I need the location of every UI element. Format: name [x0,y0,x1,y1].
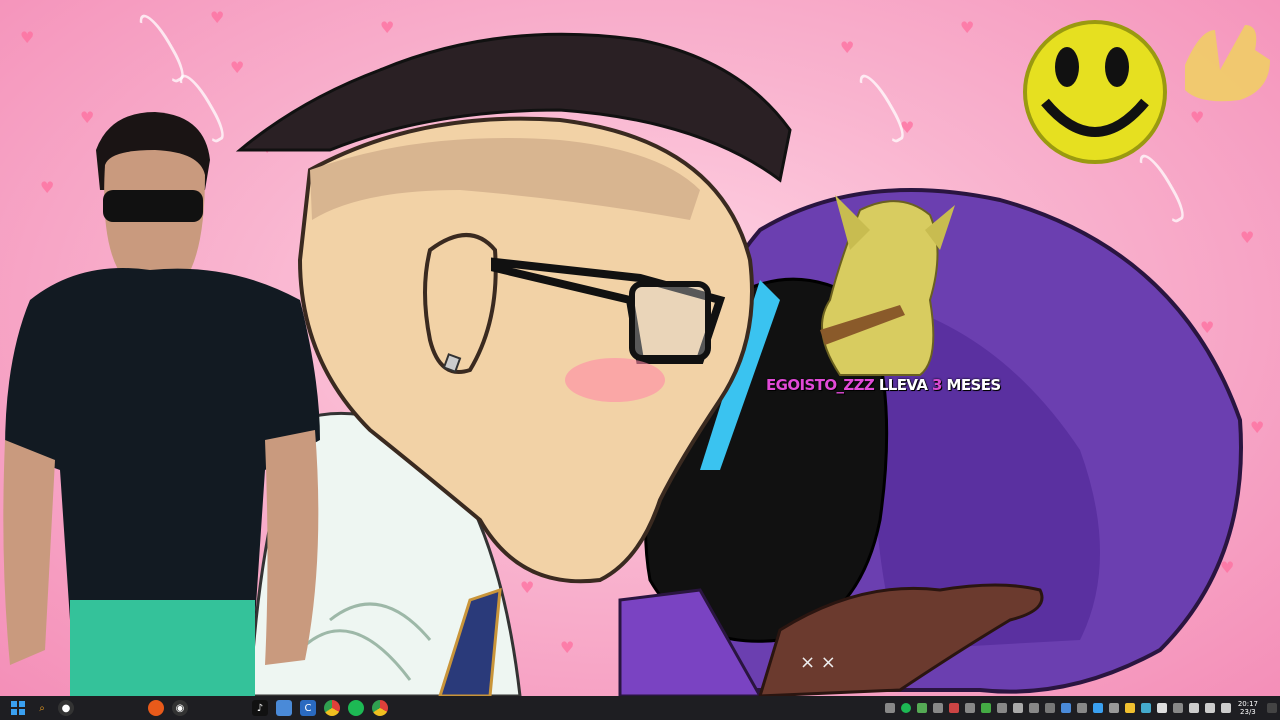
app-icon[interactable] [964,703,975,713]
notification-icon[interactable] [1267,703,1277,713]
network-icon[interactable] [1188,703,1199,713]
alert-username: EGOISTO_ZZZ [766,376,875,394]
volume-icon[interactable] [1204,703,1215,713]
app-icon[interactable] [932,703,943,713]
tiktok-icon[interactable]: ♪ [252,700,268,716]
alert-months: 3 [932,376,942,394]
obs-icon[interactable]: ◉ [172,700,188,716]
pixel-smiley [1023,20,1167,164]
app-icon[interactable] [916,703,927,713]
golden-hand [1185,25,1270,102]
webcam-streamer [3,112,320,696]
battery-icon[interactable] [1220,703,1231,713]
streamer-right-arm [265,430,319,665]
search-icon[interactable]: ⌕ [34,700,50,716]
app-icon[interactable] [980,703,991,713]
blush [565,358,665,402]
mic-icon[interactable] [884,703,895,713]
sunglasses [103,190,203,222]
alert-text-end: MESES [946,376,1002,394]
chrome-icon[interactable] [324,700,340,716]
windows-start-icon[interactable] [10,700,26,716]
photos-icon[interactable] [276,700,292,716]
app-icon[interactable] [1012,703,1023,713]
app-icon[interactable] [1140,703,1151,713]
svg-text:× ×: × × [800,652,836,673]
copilot-icon[interactable]: ● [58,700,74,716]
subscription-alert-text: EGOISTO_ZZZ LLEVA 3 MESES [766,376,1006,398]
streamer-left-arm [3,440,56,665]
stream-scene: ♥ ♥ ♥ ♥ ♥ ♥ ♥ ♥ ♥ ♥ ♥ ♥ ♥ ♥ ♥ ♥ ♥ ♥ ♥ ♥ … [0,0,1280,696]
chrome-icon[interactable] [372,700,388,716]
app-icon[interactable] [1108,703,1119,713]
app-icon[interactable] [1172,703,1183,713]
clock-date: 23/3 [1240,708,1256,716]
taskbar: ⌕ ● ◉ ♪ C 20:17 23/3 [0,696,1280,720]
app-icon[interactable] [1076,703,1087,713]
app-icon[interactable] [1028,703,1039,713]
app-icon[interactable] [1044,703,1055,713]
app-icon[interactable] [1156,703,1167,713]
alert-text-mid: LLEVA [878,376,928,394]
app-icon[interactable] [996,703,1007,713]
app-icon[interactable] [1060,703,1071,713]
folder-icon[interactable] [1124,703,1135,713]
taskbar-clock[interactable]: 20:17 23/3 [1238,700,1258,716]
streamer-pants [70,600,255,696]
cursor-app-icon[interactable]: C [300,700,316,716]
spotify-icon[interactable] [900,703,911,713]
spotify-icon[interactable] [348,700,364,716]
firefox-icon[interactable] [148,700,164,716]
clock-time: 20:17 [1237,700,1258,708]
system-tray: 20:17 23/3 [882,696,1280,720]
app-icon[interactable] [948,703,959,713]
app-icon[interactable] [1092,703,1103,713]
